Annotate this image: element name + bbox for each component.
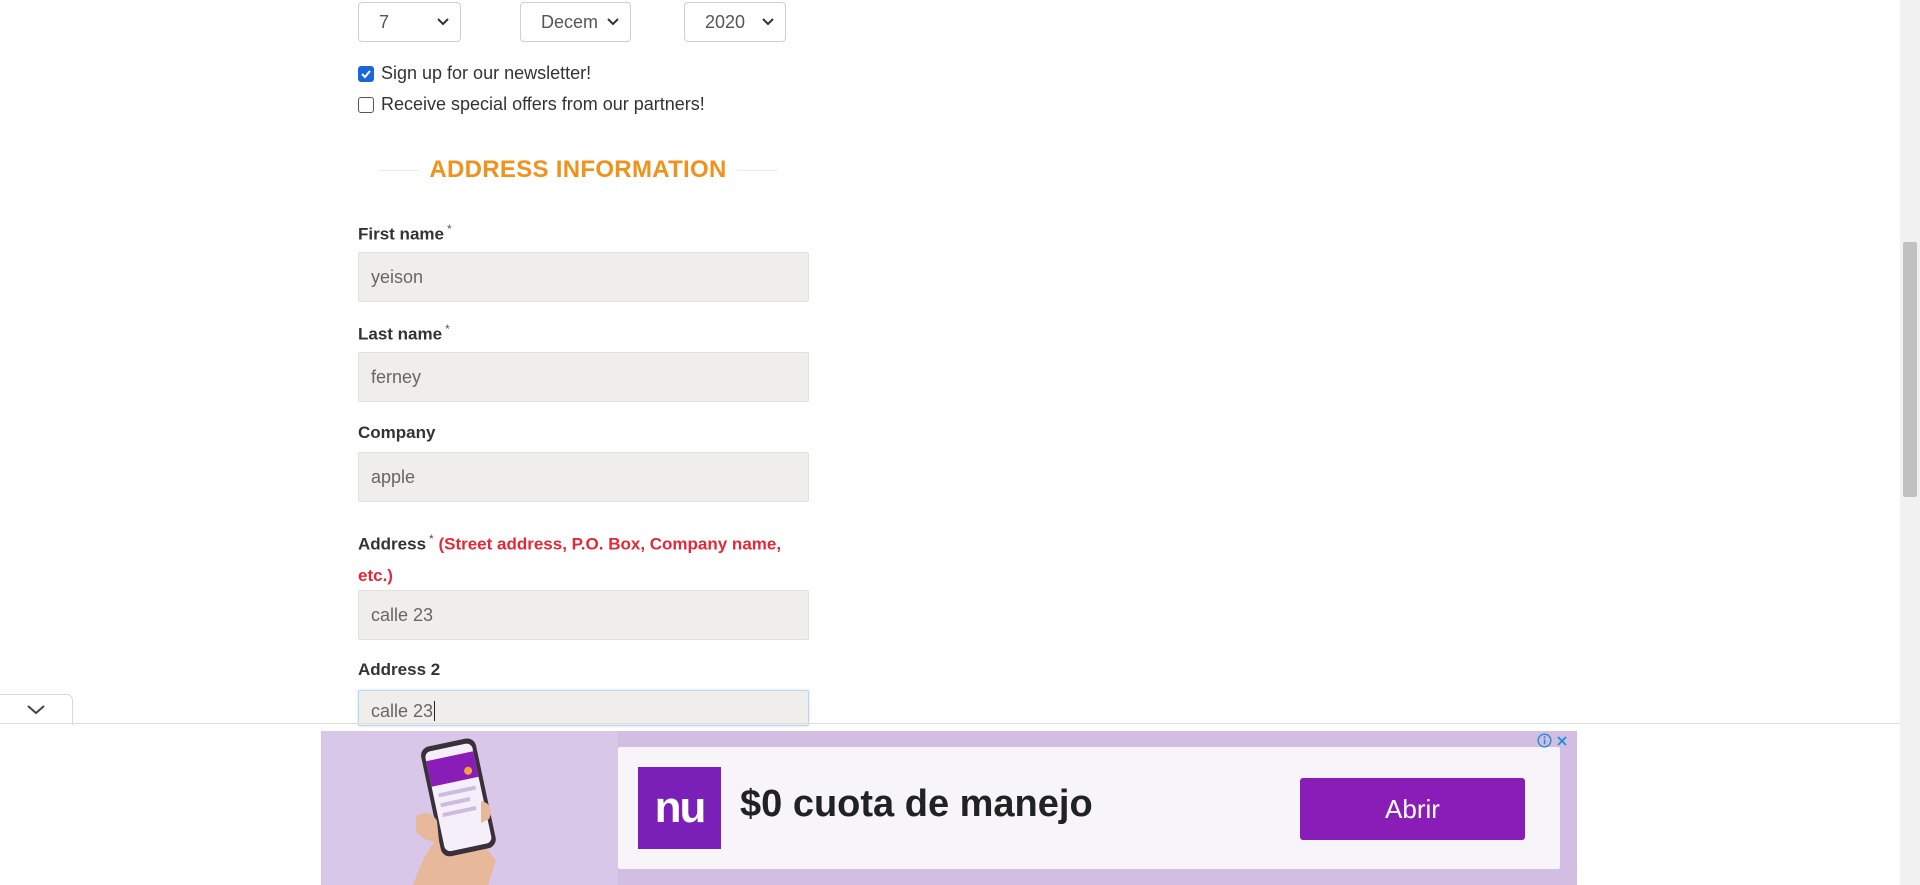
birth-day-value: 7 (379, 11, 390, 32)
birth-year-select[interactable]: 2020 (684, 2, 786, 42)
address-value: calle 23 (371, 604, 434, 625)
address-label-text: Address (358, 534, 427, 554)
ad-phone-image (321, 731, 618, 885)
newsletter-option: Sign up for our newsletter! (358, 63, 591, 84)
birth-day-select[interactable]: 7 (358, 2, 461, 42)
offers-checkbox[interactable] (358, 96, 374, 113)
chevron-down-icon (762, 18, 774, 26)
newsletter-label[interactable]: Sign up for our newsletter! (381, 63, 591, 84)
newsletter-checkbox[interactable] (358, 65, 374, 82)
company-label-text: Company (358, 423, 436, 442)
ad-divider (0, 723, 1900, 724)
first-name-label-text: First name (358, 224, 444, 244)
address2-label-text: Address 2 (358, 660, 441, 679)
company-input[interactable]: apple (358, 452, 809, 502)
ad-banner[interactable]: nu $0 cuota de manejo Abrir (321, 731, 1577, 885)
nu-logo: nu (638, 767, 721, 849)
address2-label: Address 2 (358, 660, 440, 680)
offers-option: Receive special offers from our partners… (358, 94, 705, 115)
address2-input[interactable]: calle 23 (358, 690, 809, 726)
birth-month-select[interactable]: Decem (520, 2, 631, 42)
last-name-label: Last name * (358, 322, 450, 345)
last-name-label-text: Last name (358, 324, 443, 344)
first-name-label: First name * (358, 222, 452, 245)
address-section-title: ADDRESS INFORMATION (419, 156, 737, 184)
ad-card[interactable]: nu $0 cuota de manejo Abrir (618, 747, 1560, 869)
required-mark: * (445, 322, 450, 336)
ad-open-button[interactable]: Abrir (1300, 778, 1525, 840)
address-input[interactable]: calle 23 (358, 590, 809, 640)
scrollbar-thumb[interactable] (1903, 242, 1917, 497)
close-icon[interactable] (1555, 734, 1569, 748)
ad-headline: $0 cuota de manejo (740, 783, 1093, 825)
birth-year-value: 2020 (705, 11, 746, 32)
offers-label[interactable]: Receive special offers from our partners… (381, 94, 705, 115)
page-scrollbar[interactable] (1900, 0, 1920, 885)
required-mark: * (446, 222, 452, 236)
chevron-down-icon (27, 705, 45, 715)
first-name-input[interactable]: yeison (358, 252, 809, 302)
company-label: Company (358, 423, 435, 443)
first-name-value: yeison (371, 266, 424, 287)
phone-in-hand-image (321, 731, 618, 885)
chevron-down-icon (607, 18, 619, 26)
text-caret (434, 701, 436, 721)
info-icon[interactable] (1537, 733, 1552, 748)
last-name-input[interactable]: ferney (358, 352, 809, 402)
address-section-heading: ADDRESS INFORMATION (358, 150, 798, 190)
address-label: Address * (Street address, P.O. Box, Comp… (358, 524, 808, 591)
ad-controls (1537, 733, 1569, 748)
checkmark-icon (361, 69, 371, 78)
address2-value: calle 23 (371, 701, 434, 721)
chevron-down-icon (437, 18, 449, 26)
birth-month-value: Decem (541, 11, 599, 32)
company-value: apple (371, 466, 416, 487)
required-mark: * (429, 532, 434, 546)
ad-collapse-tab[interactable] (0, 694, 73, 725)
last-name-value: ferney (371, 366, 422, 387)
